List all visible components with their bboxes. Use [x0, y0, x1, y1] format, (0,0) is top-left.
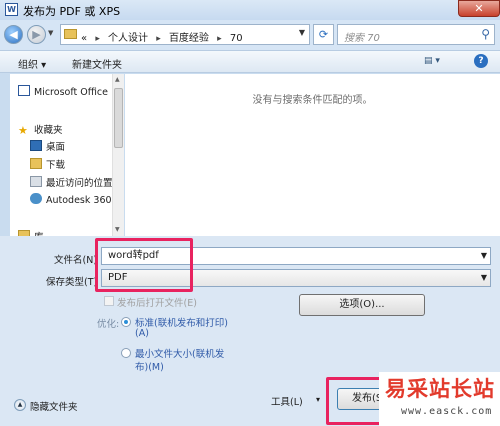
address-dropdown-icon[interactable]: ▼: [299, 28, 305, 37]
star-icon: ★: [18, 124, 28, 137]
search-input[interactable]: 搜索 70 ⚲: [337, 24, 495, 45]
tools-dropdown-icon[interactable]: ▾: [316, 395, 320, 404]
chevron-up-icon[interactable]: ▲: [14, 399, 26, 411]
search-icon: ⚲: [481, 27, 490, 41]
chevron-down-icon[interactable]: ▼: [481, 248, 487, 264]
cloud-icon: [30, 193, 42, 204]
folder-icon: [64, 29, 77, 39]
savetype-label: 保存类型(T): [46, 277, 98, 288]
scroll-up-icon[interactable]: ▲: [115, 76, 120, 83]
scroll-down-icon[interactable]: ▼: [115, 226, 120, 233]
standard-radio[interactable]: [121, 317, 131, 327]
minimum-size-option-label-suffix: 布)(M): [135, 362, 164, 373]
nav-item-recent-places[interactable]: 最近访问的位置: [30, 175, 112, 189]
empty-message: 没有与搜索条件匹配的项。: [252, 95, 373, 106]
nav-item-autodesk-360[interactable]: Autodesk 360: [30, 193, 112, 206]
watermark-title: 易采站长站: [385, 376, 495, 401]
breadcrumb-overflow[interactable]: «: [81, 33, 87, 44]
view-options-button[interactable]: ▤ ▾: [424, 56, 440, 66]
nav-item-libraries[interactable]: 库: [18, 229, 44, 236]
hide-folders-link[interactable]: 隐藏文件夹: [30, 399, 78, 413]
address-bar[interactable]: « ▸ 个人设计 ▸ 百度经验 ▸ 70 ▼: [60, 24, 310, 45]
navigation-pane: Microsoft Office ★ 收藏夹 桌面 下载 最近访问的位置 Auto…: [10, 74, 112, 236]
download-icon: [30, 158, 42, 169]
nav-item-desktop[interactable]: 桌面: [30, 139, 65, 153]
nav-item-downloads[interactable]: 下载: [30, 157, 65, 171]
word-app-icon: W: [5, 3, 18, 16]
desktop-icon: [30, 140, 42, 151]
forward-button[interactable]: ▶: [27, 25, 46, 44]
breadcrumb-item[interactable]: 个人设计: [108, 33, 148, 44]
back-button[interactable]: ◀: [4, 25, 23, 44]
search-placeholder: 搜索 70: [344, 33, 380, 44]
recent-places-icon: [30, 176, 42, 187]
standard-option-label-suffix: (A): [135, 328, 149, 339]
breadcrumb: « ▸ 个人设计 ▸ 百度经验 ▸ 70: [81, 33, 243, 44]
options-button[interactable]: 选项(O)...: [299, 294, 425, 316]
title-bar: W 发布为 PDF 或 XPS ✕: [0, 0, 500, 20]
new-folder-button[interactable]: 新建文件夹: [72, 56, 122, 71]
nav-item-microsoft-office[interactable]: Microsoft Office: [18, 85, 108, 98]
standard-option-label: 标准(联机发布和打印): [135, 318, 228, 329]
tools-button[interactable]: 工具(L): [271, 394, 303, 408]
nav-scrollbar[interactable]: ▲ ▼: [112, 74, 124, 236]
recent-locations-chevron-icon[interactable]: ▼: [48, 29, 53, 37]
refresh-button[interactable]: ⟳: [313, 24, 334, 45]
help-button[interactable]: ?: [474, 54, 488, 68]
open-after-publish-label: 发布后打开文件(E): [117, 298, 197, 309]
watermark-url: www.easck.com: [401, 406, 493, 417]
minimum-size-radio[interactable]: [121, 348, 131, 358]
filename-label: 文件名(N): [54, 255, 98, 266]
nav-item-favorites[interactable]: ★ 收藏夹: [18, 122, 63, 137]
chevron-down-icon[interactable]: ▼: [481, 270, 487, 286]
optimize-label: 优化:: [97, 319, 120, 330]
breadcrumb-item[interactable]: 70: [230, 33, 243, 44]
minimum-size-option-label: 最小文件大小(联机发: [135, 349, 225, 360]
window-title: 发布为 PDF 或 XPS: [23, 5, 121, 18]
file-list[interactable]: 没有与搜索条件匹配的项。: [125, 74, 500, 236]
breadcrumb-item[interactable]: 百度经验: [169, 33, 209, 44]
watermark: 易采站长站 www.easck.com: [379, 372, 500, 426]
toolbar: 组织 ▾ 新建文件夹 ▤ ▾ ?: [0, 50, 500, 73]
open-after-publish-checkbox[interactable]: [104, 296, 114, 306]
organize-button[interactable]: 组织 ▾: [18, 56, 46, 71]
highlight-box: [95, 238, 193, 292]
close-button[interactable]: ✕: [458, 0, 500, 17]
scroll-thumb[interactable]: [114, 88, 123, 148]
word-doc-icon: [18, 85, 30, 96]
